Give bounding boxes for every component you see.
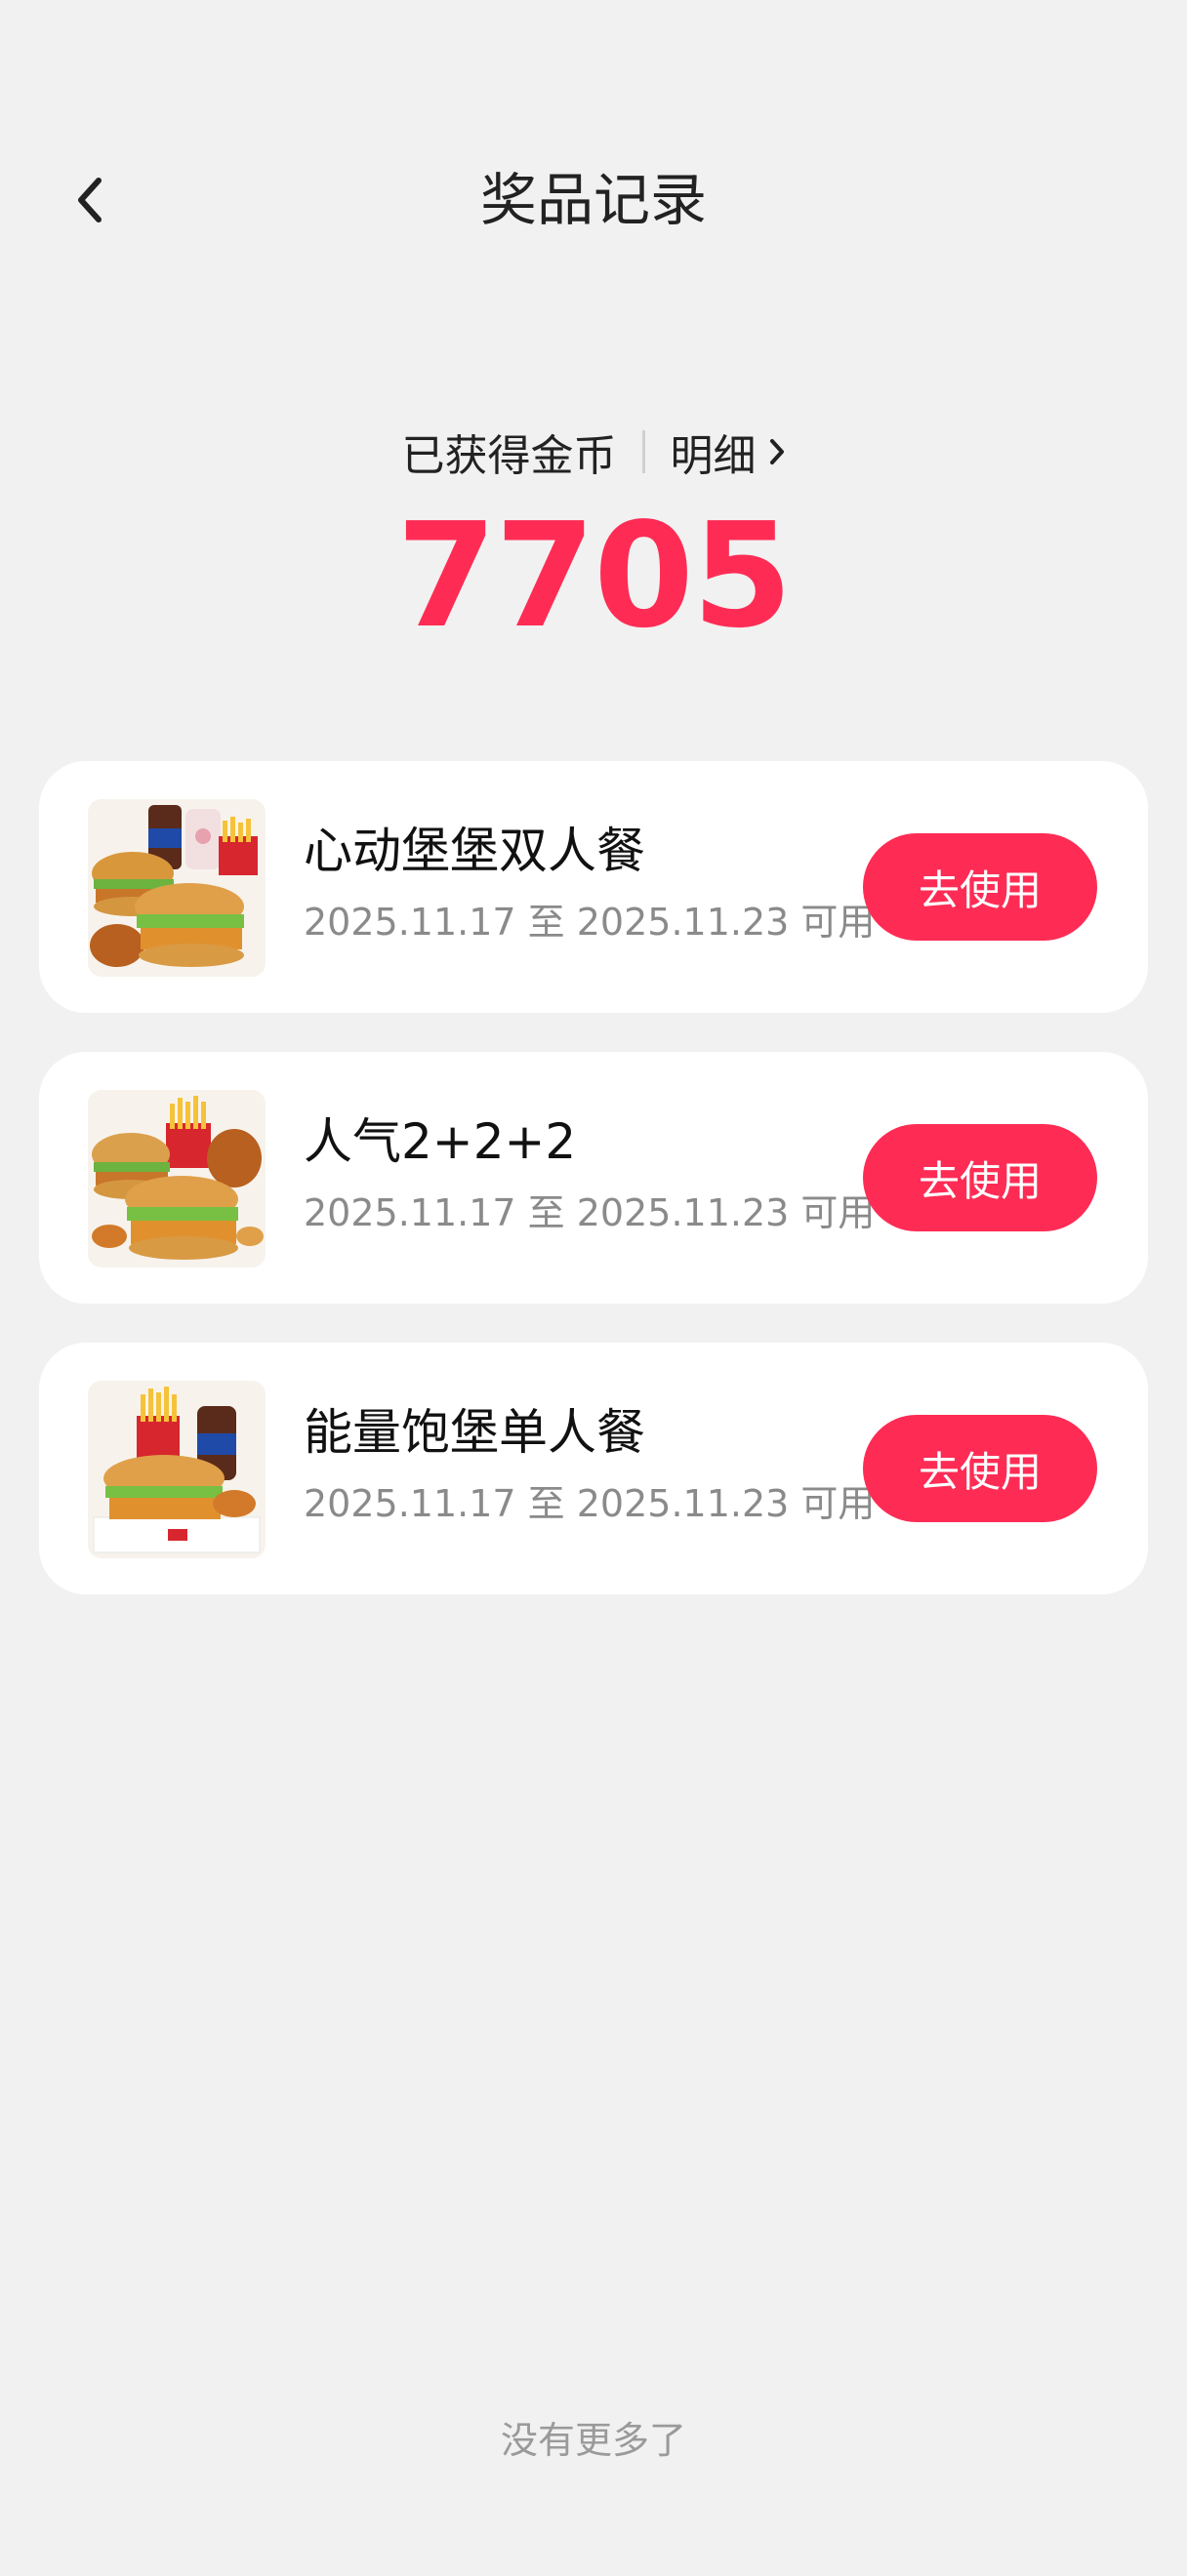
prize-name: 心动堡堡双人餐: [304, 823, 645, 879]
coins-value: 7705: [396, 492, 793, 660]
prize-name: 能量饱堡单人餐: [304, 1404, 645, 1461]
end-of-list-note: 没有更多了: [500, 2419, 686, 2462]
use-button[interactable]: 去使用: [863, 1124, 1097, 1231]
coins-label: 已获得金币: [401, 431, 617, 481]
use-button[interactable]: 去使用: [863, 833, 1097, 941]
coins-summary: 已获得金币 明细: [0, 418, 1187, 486]
chevron-right-icon: [769, 439, 784, 464]
prize-card: 心动堡堡双人餐 2025.11.17 至 2025.11.23 可用 去使用: [39, 761, 1148, 1013]
prize-name: 人气2+2+2: [304, 1113, 577, 1170]
prize-card: 人气2+2+2 2025.11.17 至 2025.11.23 可用 去使用: [39, 1052, 1148, 1304]
prize-card: 能量饱堡单人餐 2025.11.17 至 2025.11.23 可用 去使用: [39, 1343, 1148, 1594]
prize-validity: 2025.11.17 至 2025.11.23 可用: [304, 1482, 876, 1525]
coins-divider: [641, 430, 645, 473]
prize-validity: 2025.11.17 至 2025.11.23 可用: [304, 1191, 876, 1234]
prize-image: [88, 1381, 266, 1558]
prize-image: [88, 1090, 266, 1268]
page-header: 奖品记录: [0, 146, 1187, 254]
prize-validity: 2025.11.17 至 2025.11.23 可用: [304, 901, 876, 944]
use-button[interactable]: 去使用: [863, 1415, 1097, 1522]
coins-detail-label: 明细: [670, 431, 757, 481]
prize-image: [88, 799, 266, 977]
prize-list: 心动堡堡双人餐 2025.11.17 至 2025.11.23 可用 去使用 人…: [39, 761, 1148, 1633]
coins-detail-link[interactable]: 明细: [671, 421, 786, 483]
page-title: 奖品记录: [479, 167, 707, 233]
